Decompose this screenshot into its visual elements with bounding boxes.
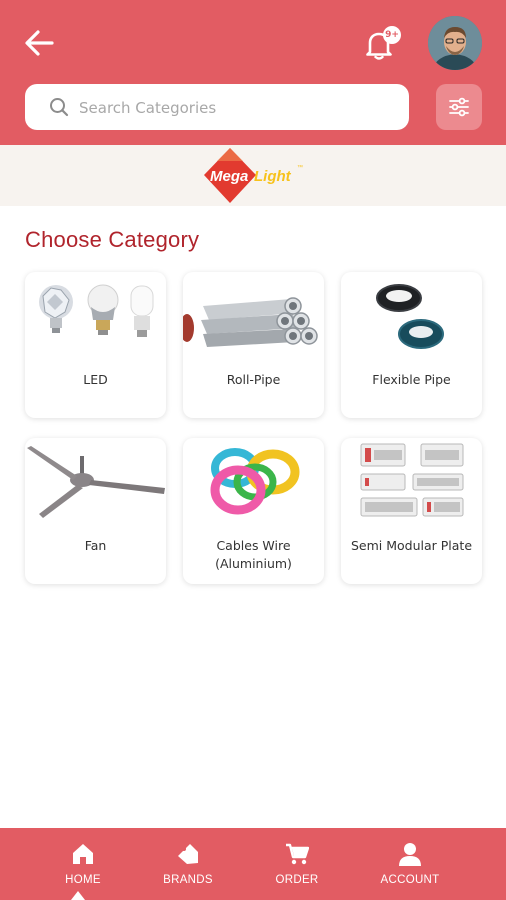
category-label: Semi Modular Plate [350,538,473,553]
nav-brands[interactable]: BRANDS [138,828,238,900]
nav-home[interactable]: HOME [33,828,133,900]
active-tab-indicator [71,891,85,900]
search-input[interactable] [77,84,391,132]
home-icon [73,844,93,864]
svg-text:™: ™ [297,164,303,171]
nav-label-account: ACCOUNT [380,874,440,886]
category-label: Roll-Pipe [226,372,281,387]
user-photo [428,16,482,70]
category-card-flexible-pipe[interactable]: Flexible Pipe [341,272,482,418]
ceiling-fan-image [27,446,165,518]
switch-plates-image [360,443,464,517]
nav-order[interactable]: ORDER [247,828,347,900]
notification-badge: 9+ [383,26,401,44]
category-label: Cables Wire (Aluminium) [215,538,292,571]
nav-label-home: HOME [65,874,101,886]
pipes-image [183,297,318,347]
nav-account[interactable]: ACCOUNT [360,828,460,900]
category-card-fan[interactable]: Fan [25,438,166,584]
category-label: LED [83,372,108,387]
category-card-led[interactable]: LED [25,272,166,418]
back-arrow-icon[interactable] [22,26,56,60]
user-icon [399,843,421,866]
nav-label-brands: BRANDS [163,874,213,886]
bottom-navigation: HOME BRANDS ORDER ACCOUNT [0,828,506,900]
page-title: Choose Category [25,227,200,252]
tag-icon [178,844,198,864]
category-card-semi-modular-plate[interactable]: Semi Modular Plate [341,438,482,584]
svg-text:Light: Light [254,168,292,185]
flexible-pipe-image [376,284,444,349]
category-label: Fan [84,538,107,553]
category-label: Flexible Pipe [372,372,451,387]
nav-label-order: ORDER [275,874,319,886]
led-bulbs-image [39,284,154,337]
cable-coils-image [210,448,300,515]
cart-icon [286,843,309,865]
search-icon [50,98,69,117]
svg-text:Mega: Mega [210,168,248,185]
search-bar[interactable] [25,84,409,132]
category-card-cables-wire[interactable]: Cables Wire (Aluminium) [183,438,324,584]
megalight-logo: Mega Light ™ [204,148,303,203]
sliders-icon [449,97,469,117]
avatar[interactable] [428,16,482,70]
filter-button[interactable] [436,84,482,130]
category-card-roll-pipe[interactable]: Roll-Pipe [183,272,324,418]
